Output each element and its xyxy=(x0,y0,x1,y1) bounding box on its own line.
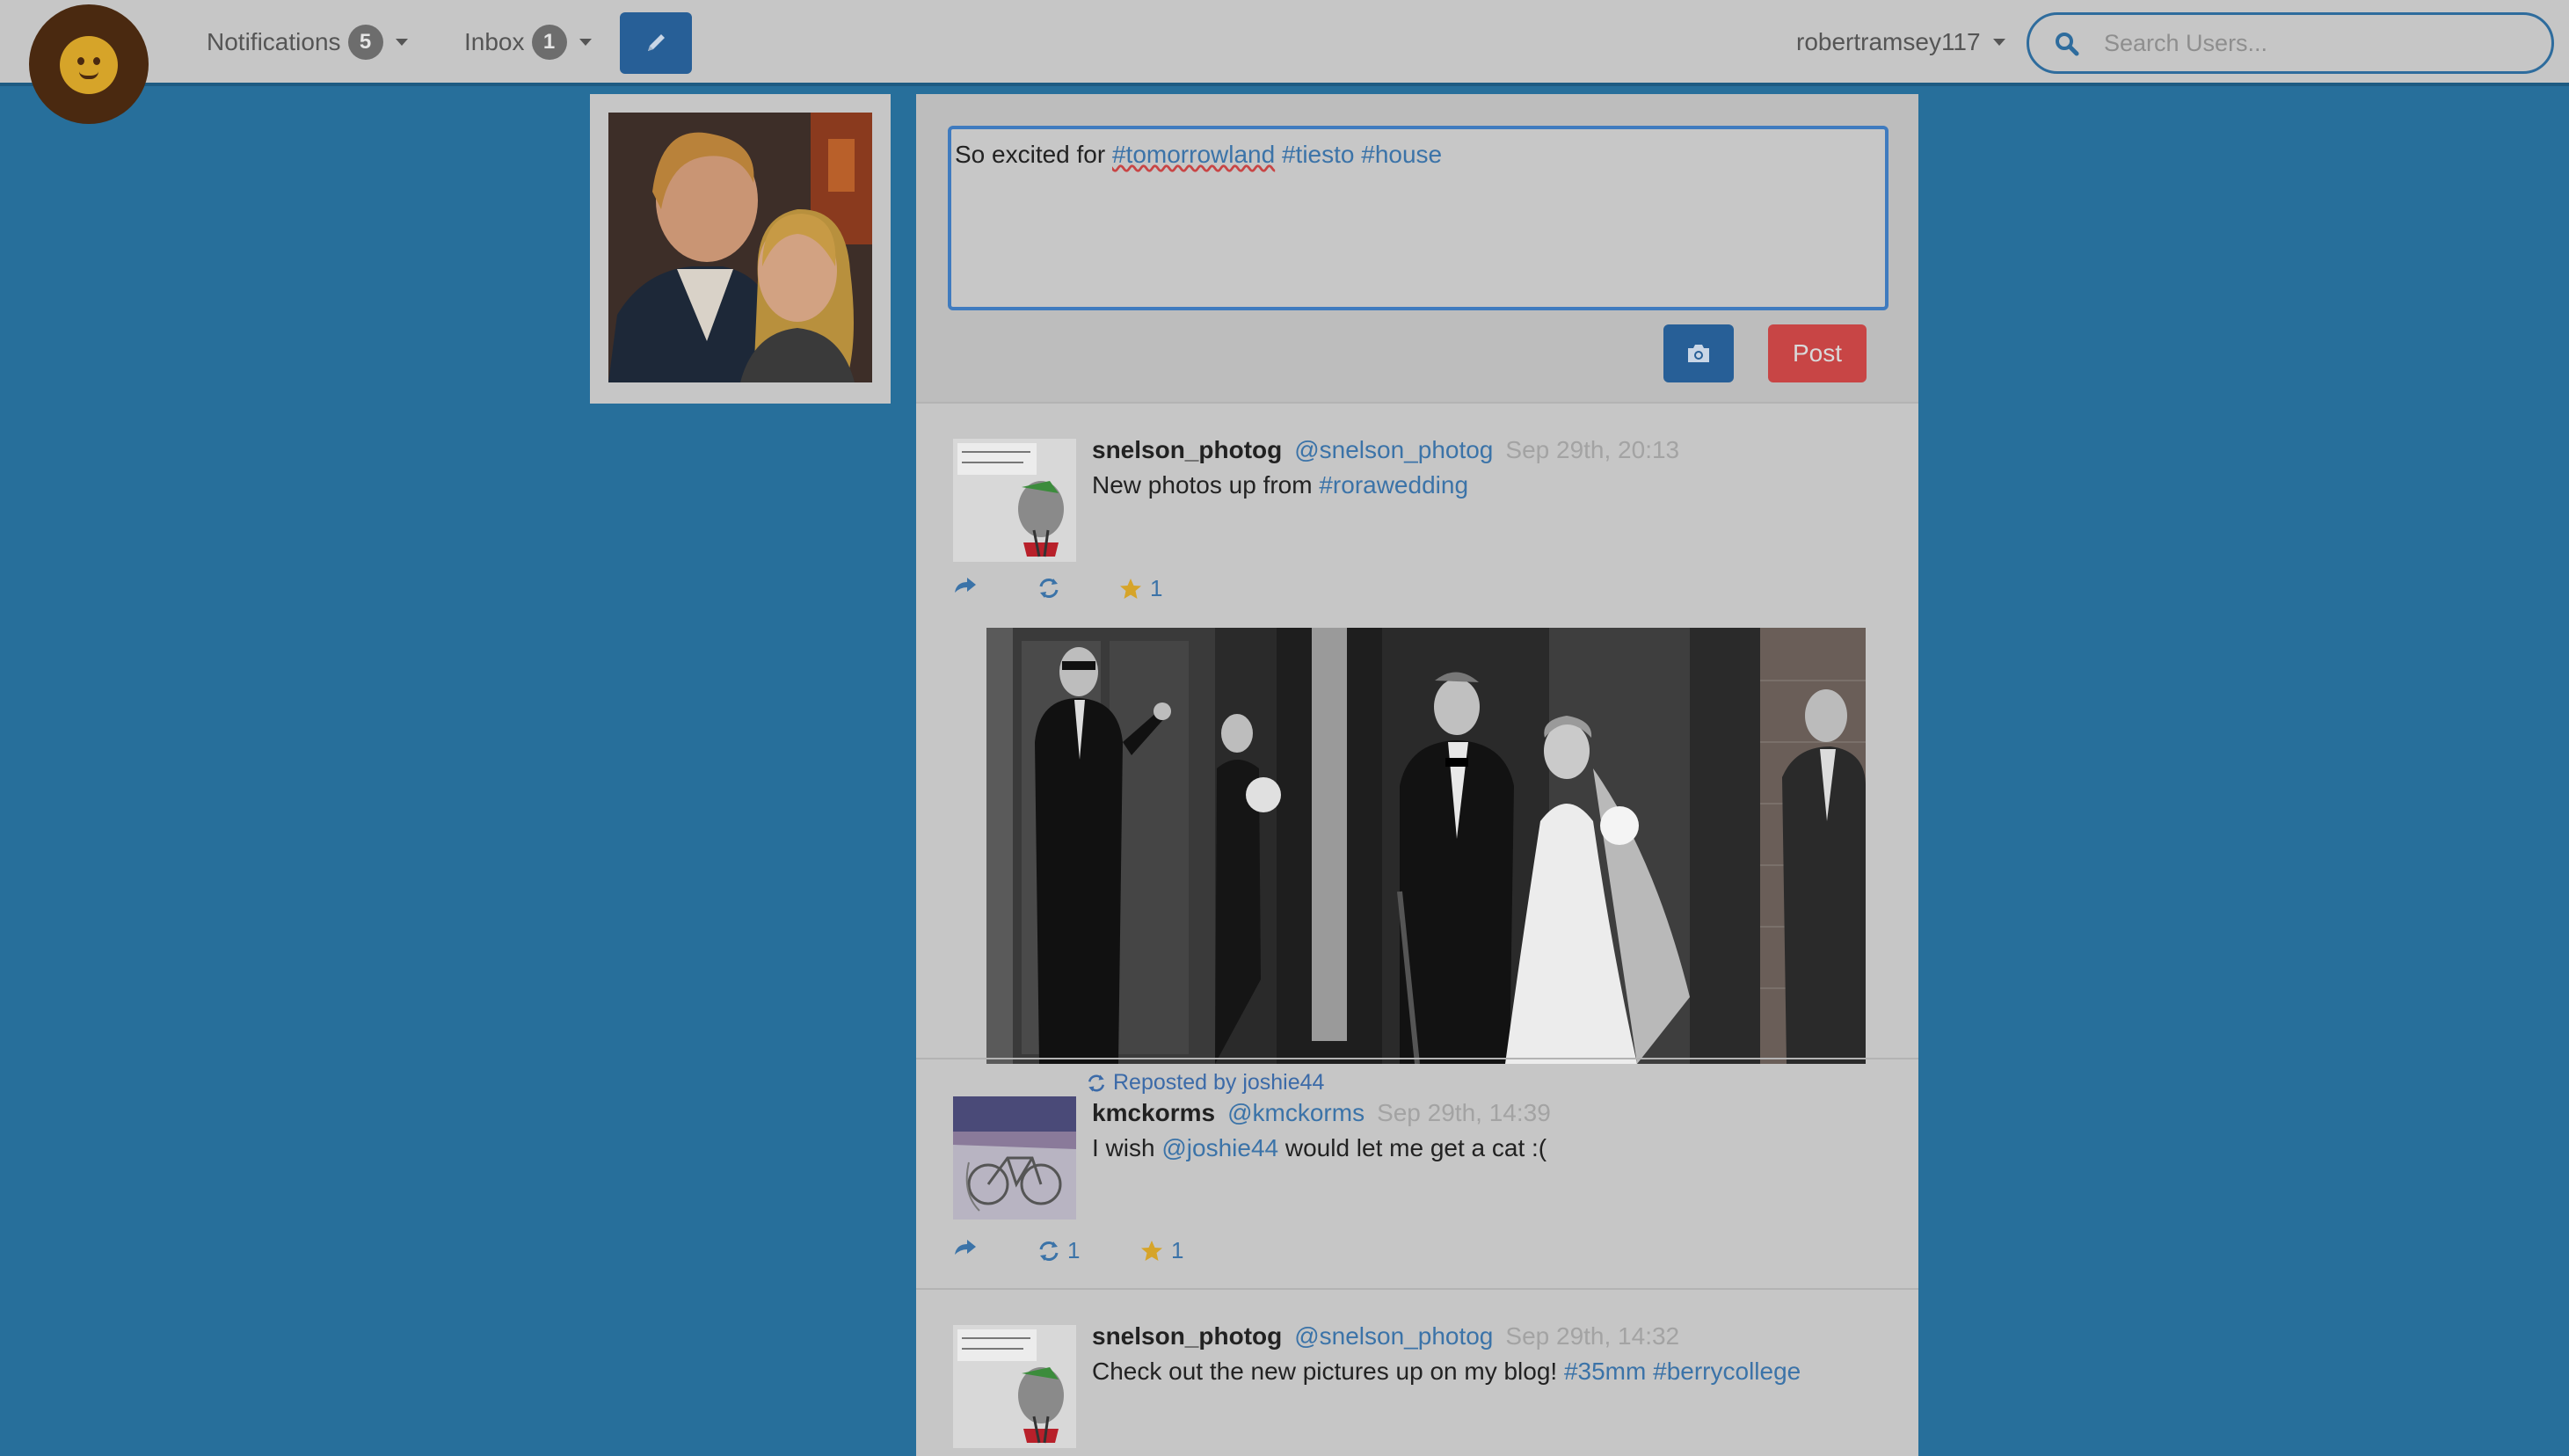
post-timestamp: Sep 29th, 14:32 xyxy=(1505,1322,1680,1350)
notifications-menu[interactable]: Notifications 5 xyxy=(207,25,408,60)
star-count: 1 xyxy=(1171,1237,1184,1263)
search-users-input[interactable] xyxy=(2104,15,2535,71)
post-button[interactable]: Post xyxy=(1768,324,1867,382)
attach-photo-button[interactable] xyxy=(1663,324,1734,382)
post-username[interactable]: kmckorms xyxy=(1092,1099,1215,1126)
avatar[interactable] xyxy=(953,439,1076,562)
inbox-label: Inbox xyxy=(464,28,525,55)
compose-tag: #house xyxy=(1361,141,1443,168)
repost-icon xyxy=(1088,1074,1105,1092)
reply-button[interactable] xyxy=(953,575,978,596)
feed-post: snelson_photog @snelson_photog Sep 29th, 1… xyxy=(916,1288,1918,1456)
repost-icon xyxy=(1039,579,1059,598)
username-label: robertramsey117 xyxy=(1796,28,1981,55)
repost-button[interactable] xyxy=(1036,575,1067,601)
post-photo[interactable] xyxy=(986,628,1866,1064)
inbox-menu[interactable]: Inbox 1 xyxy=(464,25,592,60)
chevron-down-icon xyxy=(395,39,408,46)
post-timestamp: Sep 29th, 14:39 xyxy=(1377,1099,1551,1126)
star-button[interactable]: 1 xyxy=(1118,575,1162,602)
post-header: kmckorms @kmckorms Sep 29th, 14:39 xyxy=(1092,1099,1551,1127)
repost-count: 1 xyxy=(1067,1237,1081,1263)
reply-button[interactable] xyxy=(953,1237,978,1258)
notifications-label: Notifications xyxy=(207,28,341,55)
hashtag-link[interactable]: #35mm xyxy=(1564,1358,1646,1385)
post-header: snelson_photog @snelson_photog Sep 29th, 1… xyxy=(1092,1322,1679,1350)
star-icon xyxy=(1141,1240,1162,1261)
chevron-down-icon xyxy=(1992,39,2005,46)
feed-post: snelson_photog @snelson_photog Sep 29th, 2… xyxy=(916,402,1918,1146)
post-actions: 1 xyxy=(953,575,1217,610)
compose-textarea[interactable]: So excited for #tomorrowland #tiesto #ho… xyxy=(948,126,1889,310)
post-actions: 1 1 xyxy=(953,1237,1217,1272)
post-timestamp: Sep 29th, 20:13 xyxy=(1505,436,1680,463)
repost-icon xyxy=(1039,1241,1059,1261)
chevron-down-icon xyxy=(579,39,592,46)
post-text: Check out the new pictures up on my blog… xyxy=(1092,1358,1801,1385)
pencil-icon xyxy=(648,34,665,51)
search-box xyxy=(2027,12,2554,74)
star-count: 1 xyxy=(1150,575,1163,601)
post-username[interactable]: snelson_photog xyxy=(1092,436,1282,463)
post-composer: So excited for #tomorrowland #tiesto #ho… xyxy=(916,94,1918,402)
share-icon xyxy=(955,1240,976,1255)
hashtag-link[interactable]: #rorawedding xyxy=(1319,471,1468,499)
post-text: I wish @joshie44 would let me get a cat … xyxy=(1092,1134,1547,1161)
profile-card xyxy=(590,94,891,404)
search-icon xyxy=(2056,33,2079,56)
post-handle[interactable]: @kmckorms xyxy=(1227,1099,1365,1126)
repost-note: Reposted by joshie44 xyxy=(1085,1070,1324,1096)
star-icon xyxy=(1120,578,1141,599)
post-handle[interactable]: @snelson_photog xyxy=(1294,436,1493,463)
compose-text: So excited for xyxy=(955,141,1112,168)
share-icon xyxy=(955,578,976,593)
main-feed-column: So excited for #tomorrowland #tiesto #ho… xyxy=(916,94,1918,1456)
avatar[interactable] xyxy=(953,1325,1076,1448)
repost-note-text[interactable]: Reposted by joshie44 xyxy=(1113,1070,1324,1096)
top-navbar: Notifications 5 Inbox 1 robertramsey117 xyxy=(0,0,2569,86)
post-header: snelson_photog @snelson_photog Sep 29th, 2… xyxy=(1092,436,1679,464)
compose-tag: #tiesto xyxy=(1281,141,1355,168)
notifications-badge: 5 xyxy=(347,25,383,60)
avatar[interactable] xyxy=(953,1096,1076,1219)
camera-icon xyxy=(1688,345,1709,362)
post-text: New photos up from #rorawedding xyxy=(1092,471,1469,499)
compose-button[interactable] xyxy=(620,12,692,74)
star-button[interactable]: 1 xyxy=(1139,1237,1183,1264)
post-handle[interactable]: @snelson_photog xyxy=(1294,1322,1493,1350)
mention-link[interactable]: @joshie44 xyxy=(1161,1134,1278,1161)
lion-face-icon xyxy=(60,36,118,94)
profile-photo[interactable] xyxy=(608,113,872,382)
inbox-badge: 1 xyxy=(531,25,567,60)
post-username[interactable]: snelson_photog xyxy=(1092,1322,1282,1350)
user-menu[interactable]: robertramsey117 xyxy=(1796,25,2005,60)
site-logo[interactable] xyxy=(29,4,149,124)
compose-tag: #tomorrowland xyxy=(1111,141,1276,168)
hashtag-link[interactable]: #berrycollege xyxy=(1653,1358,1801,1385)
repost-button[interactable]: 1 xyxy=(1036,1237,1080,1264)
